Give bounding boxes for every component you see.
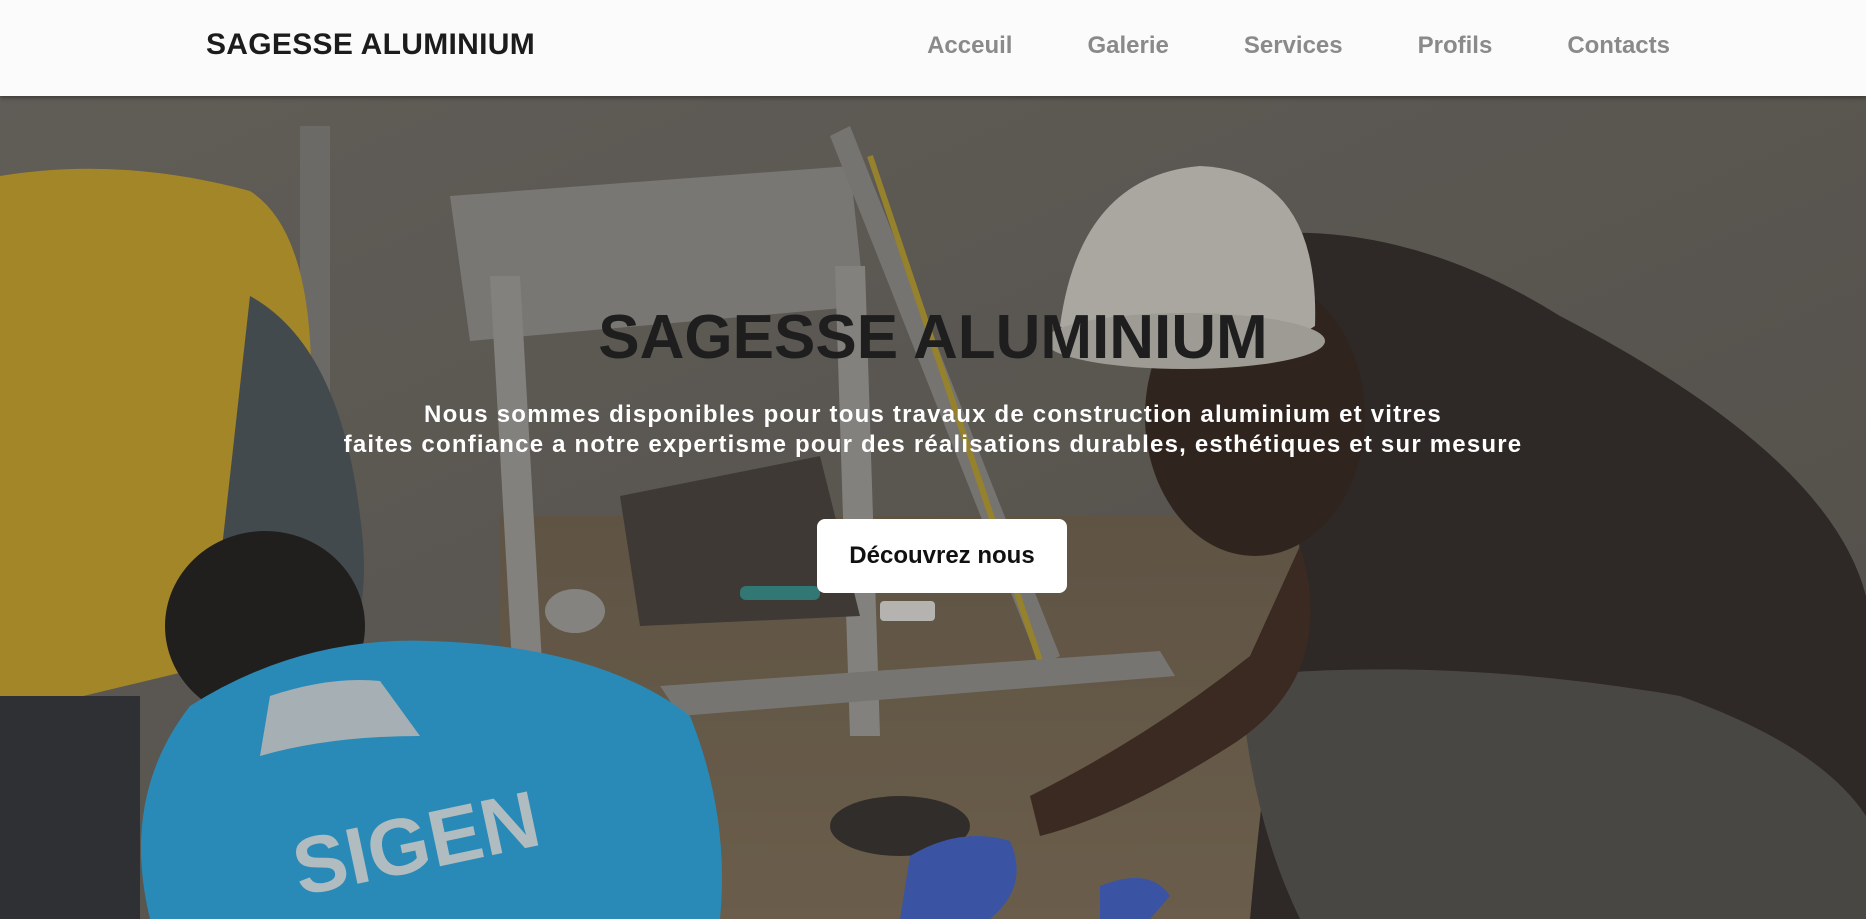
nav-link-galerie[interactable]: Galerie <box>1087 32 1168 60</box>
brand-logo-text[interactable]: SAGESSE ALUMINIUM <box>206 28 535 62</box>
hero-subtitle-line-1: Nous sommes disponibles pour tous travau… <box>424 401 1442 428</box>
nav-link-services[interactable]: Services <box>1244 32 1343 60</box>
discover-us-button[interactable]: Découvrez nous <box>817 519 1067 593</box>
nav-links: Acceuil Galerie Services Profils Contact… <box>927 32 1670 60</box>
hero-title: SAGESSE ALUMINIUM <box>598 303 1268 372</box>
hero-section: SIGEN SAGESSE ALUMINIUM Nous sommes disp… <box>0 96 1866 919</box>
nav-link-profils[interactable]: Profils <box>1418 32 1493 60</box>
nav-link-contacts[interactable]: Contacts <box>1567 32 1670 60</box>
hero-subtitle-line-2: faites confiance a notre expertisme pour… <box>343 431 1523 458</box>
navbar: SAGESSE ALUMINIUM Acceuil Galerie Servic… <box>0 0 1866 96</box>
hero-overlay <box>0 96 1866 919</box>
nav-link-acceuil[interactable]: Acceuil <box>927 32 1012 60</box>
hero-subtitle: Nous sommes disponibles pour tous travau… <box>0 400 1866 460</box>
